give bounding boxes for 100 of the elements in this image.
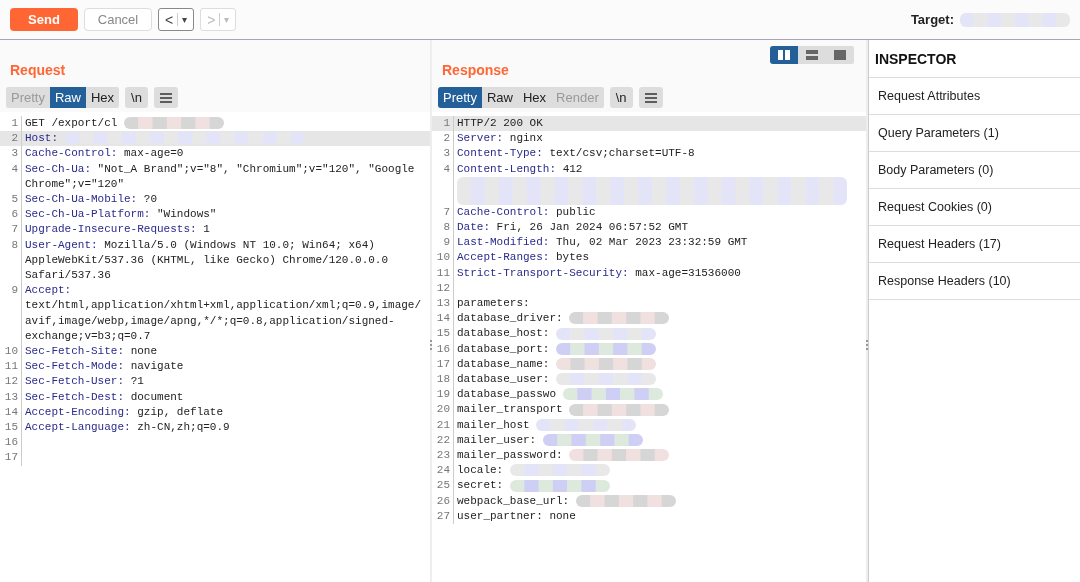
- code-line: Content-Length: 412: [457, 162, 583, 175]
- code-line: user_partner: none: [457, 509, 576, 522]
- line-number: 26: [432, 493, 454, 509]
- line-number: 15: [432, 326, 454, 342]
- code-line: Accept-Language: zh-CN,zh;q=0.9: [25, 421, 230, 434]
- line-number: 17: [432, 356, 454, 373]
- code-line: Sec-Fetch-Mode: navigate: [25, 360, 184, 373]
- line-number: 12: [0, 374, 22, 390]
- code-line: Cache-Control: public: [457, 205, 596, 218]
- line-number: 9: [0, 283, 22, 345]
- line-number: 9: [432, 235, 454, 251]
- code-line: webpack_base_url:: [457, 494, 570, 507]
- code-line: database_driver:: [457, 312, 563, 325]
- line-number: 2: [432, 131, 454, 147]
- line-number: 22: [432, 432, 454, 449]
- view-tab[interactable]: Pretty: [438, 87, 482, 108]
- line-number: 15: [0, 420, 22, 436]
- code-line: Sec-Ch-Ua: "Not_A Brand";v="8", "Chromium";v="120", "Google Chrome";v="120": [25, 162, 415, 190]
- target-label: Target:: [910, 12, 954, 27]
- code-line: Upgrade-Insecure-Requests: 1: [25, 223, 210, 236]
- newline-button[interactable]: \n: [125, 87, 148, 108]
- line-number: 3: [0, 146, 22, 162]
- line-number: 12: [432, 280, 454, 297]
- line-number: 16: [432, 341, 454, 357]
- line-number: 3: [432, 146, 454, 162]
- line-number: 11: [432, 265, 454, 281]
- line-number: 20: [432, 402, 454, 418]
- code-line: User-Agent: Mozilla/5.0 (Windows NT 10.0; Win64; x64) AppleWebKit/537.36 (KHTML, like Gecko) Chrome/120.0.0.0 Safari/537.36: [25, 238, 389, 282]
- resize-handle[interactable]: [430, 340, 432, 350]
- back-button[interactable]: < ▾: [158, 8, 195, 31]
- code-line: Content-Type: text/csv;charset=UTF-8: [457, 147, 695, 160]
- line-number: 27: [432, 508, 454, 525]
- line-number: 2: [0, 131, 22, 147]
- line-number: 14: [432, 311, 454, 327]
- line-number: 7: [432, 204, 454, 220]
- menu-icon: [644, 92, 657, 103]
- code-line: Sec-Fetch-Dest: document: [25, 390, 184, 403]
- menu-button[interactable]: [638, 87, 663, 108]
- line-number: 8: [0, 237, 22, 284]
- code-line: Accept-Encoding: gzip, deflate: [25, 405, 224, 418]
- code-line: database_host:: [457, 327, 550, 340]
- code-line: Sec-Fetch-User: ?1: [25, 375, 144, 388]
- code-line: Server: nginx: [457, 132, 543, 145]
- line-number: 1: [432, 116, 454, 132]
- line-number: 13: [432, 296, 454, 312]
- code-line: database_passwo: [457, 388, 557, 401]
- code-line: Date: Fri, 26 Jan 2024 06:57:52 GMT: [457, 221, 689, 233]
- line-number: 16: [0, 435, 22, 451]
- line-number: 13: [0, 389, 22, 405]
- code-line: Sec-Ch-Ua-Platform: "Windows": [25, 208, 217, 221]
- request-title: Request: [10, 62, 67, 78]
- two-rows-icon: [806, 50, 818, 60]
- line-number: 11: [0, 359, 22, 375]
- code-editor[interactable]: [0, 112, 430, 582]
- view-tab[interactable]: Raw: [49, 87, 86, 108]
- code-line: secret:: [457, 479, 504, 492]
- resize-handle[interactable]: [866, 340, 868, 350]
- line-number: 18: [432, 372, 454, 388]
- line-number: 4: [432, 161, 454, 177]
- line-number: 21: [432, 417, 454, 433]
- code-line: Sec-Fetch-Site: none: [25, 345, 158, 358]
- line-number: 24: [432, 463, 454, 479]
- code-line: database_name:: [457, 357, 550, 370]
- code-line: database_user:: [457, 373, 550, 386]
- code-line: mailer_password:: [457, 449, 563, 462]
- line-number: 17: [0, 450, 22, 466]
- line-number: 7: [0, 222, 22, 238]
- line-number: 19: [432, 387, 454, 403]
- line-number: 10: [0, 344, 22, 360]
- code-line: mailer_user:: [457, 433, 537, 446]
- line-number: 25: [432, 478, 454, 494]
- code-line: Cache-Control: max-age=0: [25, 147, 184, 160]
- two-columns-icon: [778, 50, 790, 60]
- menu-icon: [159, 92, 172, 103]
- code-line: Host:: [25, 132, 58, 145]
- line-number: 5: [0, 192, 22, 208]
- newline-button[interactable]: \n: [609, 87, 633, 108]
- code-line: HTTP/2 200 OK: [457, 117, 543, 129]
- code-line: GET /export/cl: [25, 117, 118, 129]
- code-line: Last-Modified: Thu, 02 Mar 2023 23:32:59 GMT: [457, 236, 748, 249]
- line-number: 6: [0, 207, 22, 223]
- layout-toggle[interactable]: [770, 46, 798, 64]
- code-line: mailer_host: [457, 418, 530, 431]
- code-line: Accept-Ranges: bytes: [457, 251, 590, 264]
- code-line: database_port:: [457, 342, 550, 355]
- line-number: 10: [432, 250, 454, 266]
- menu-button[interactable]: [153, 87, 178, 108]
- cancel-button[interactable]: Cancel: [84, 8, 152, 31]
- line-number: 14: [0, 404, 22, 421]
- line-number: 23: [432, 448, 454, 464]
- code-line: Sec-Ch-Ua-Mobile: ?0: [25, 193, 158, 205]
- code-line: locale:: [457, 464, 504, 477]
- response-title: Response: [442, 62, 510, 78]
- code-line: mailer_transport: [457, 403, 563, 416]
- code-line: Strict-Transport-Security: max-age=31536000: [457, 266, 741, 279]
- code-editor[interactable]: [432, 112, 866, 582]
- line-number: 8: [432, 220, 454, 236]
- code-line: parameters:: [457, 297, 530, 310]
- single-panel-icon: [834, 50, 846, 60]
- line-number: 4: [0, 161, 22, 192]
